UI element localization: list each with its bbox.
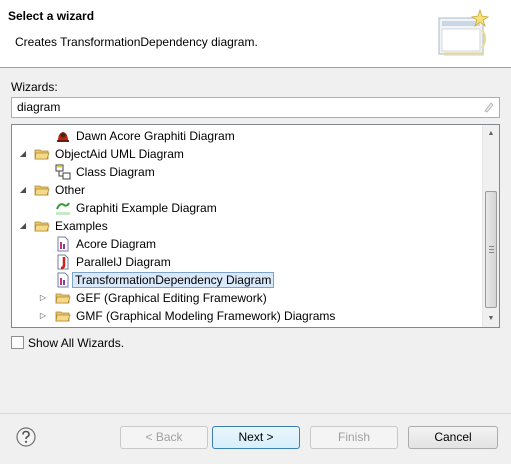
tree-item-label: ParallelJ Diagram (76, 255, 171, 269)
folder-icon (55, 311, 71, 322)
folder-icon (34, 221, 50, 232)
tree-item-label: GMF (Graphical Modeling Framework) Diagr… (76, 309, 336, 323)
page-description: Creates TransformationDependency diagram… (15, 35, 258, 49)
scroll-up-arrow-icon[interactable]: ▲ (483, 125, 499, 142)
tree-item-class-diagram[interactable]: Class Diagram (12, 163, 482, 181)
tree-item-label: Acore Diagram (76, 237, 157, 251)
tree-item-dawn-acore[interactable]: Dawn Acore Graphiti Diagram (12, 127, 482, 145)
folder-icon (34, 149, 50, 160)
footer-divider (0, 413, 511, 414)
tree-item-label: Examples (55, 219, 108, 233)
grip-icon (489, 246, 494, 253)
scroll-down-arrow-icon[interactable]: ▼ (483, 310, 499, 327)
diagram-file-icon (57, 272, 69, 288)
dawn-icon (57, 132, 69, 142)
tree-item-label: Other (55, 183, 86, 197)
show-all-wizards-label: Show All Wizards. (28, 336, 125, 350)
tree-item-other[interactable]: ◢ Other (12, 181, 482, 199)
tree-scrollbar[interactable]: ▲ ▼ (482, 125, 499, 327)
tree-item-label: Class Diagram (76, 165, 155, 179)
graphiti-icon (56, 202, 70, 215)
tree-item-label: TransformationDependency Diagram (72, 272, 275, 288)
back-button[interactable]: < Back (120, 426, 208, 449)
scroll-thumb[interactable] (485, 191, 497, 308)
tree-item-objectaid[interactable]: ◢ ObjectAid UML Diagram (12, 145, 482, 163)
expanded-twisty-icon[interactable]: ◢ (18, 217, 28, 235)
tree-item-label: Graphiti Example Diagram (76, 201, 217, 215)
show-all-wizards-checkbox[interactable] (11, 336, 24, 349)
wizard-tree[interactable]: Dawn Acore Graphiti Diagram ◢ ObjectAid … (11, 124, 500, 328)
cancel-button[interactable]: Cancel (408, 426, 498, 449)
filter-value: diagram (17, 100, 61, 114)
tree-item-graphiti-example[interactable]: Graphiti Example Diagram (12, 199, 482, 217)
parallelj-icon (57, 254, 69, 270)
tree-item-label: ObjectAid UML Diagram (55, 147, 184, 161)
class-diagram-icon (55, 164, 71, 180)
folder-icon (34, 185, 50, 196)
folder-icon (55, 293, 71, 304)
wizard-filter-input[interactable]: diagram (11, 97, 500, 118)
tree-item-examples[interactable]: ◢ Examples (12, 217, 482, 235)
page-title: Select a wizard (8, 9, 95, 23)
wizards-label: Wizards: (11, 80, 58, 94)
tree-item-gmf[interactable]: ▷ GMF (Graphical Modeling Framework) Dia… (12, 307, 482, 325)
finish-button[interactable]: Finish (310, 426, 398, 449)
new-wizard-banner-icon (438, 8, 490, 56)
collapsed-twisty-icon[interactable]: ▷ (38, 289, 48, 307)
expanded-twisty-icon[interactable]: ◢ (18, 181, 28, 199)
tree-item-transformation-dependency[interactable]: TransformationDependency Diagram (12, 271, 482, 289)
expanded-twisty-icon[interactable]: ◢ (18, 145, 28, 163)
tree-item-parallelj[interactable]: ParallelJ Diagram (12, 253, 482, 271)
diagram-file-icon (57, 236, 69, 252)
help-icon[interactable] (16, 427, 36, 447)
collapsed-twisty-icon[interactable]: ▷ (38, 307, 48, 325)
tree-item-label: Dawn Acore Graphiti Diagram (76, 129, 235, 143)
tree-item-acore-diagram[interactable]: Acore Diagram (12, 235, 482, 253)
next-button[interactable]: Next > (212, 426, 300, 449)
wizard-header: Select a wizard Creates TransformationDe… (0, 0, 511, 68)
tree-item-label: GEF (Graphical Editing Framework) (76, 291, 267, 305)
tree-item-gef[interactable]: ▷ GEF (Graphical Editing Framework) (12, 289, 482, 307)
clear-filter-icon[interactable] (483, 101, 495, 113)
